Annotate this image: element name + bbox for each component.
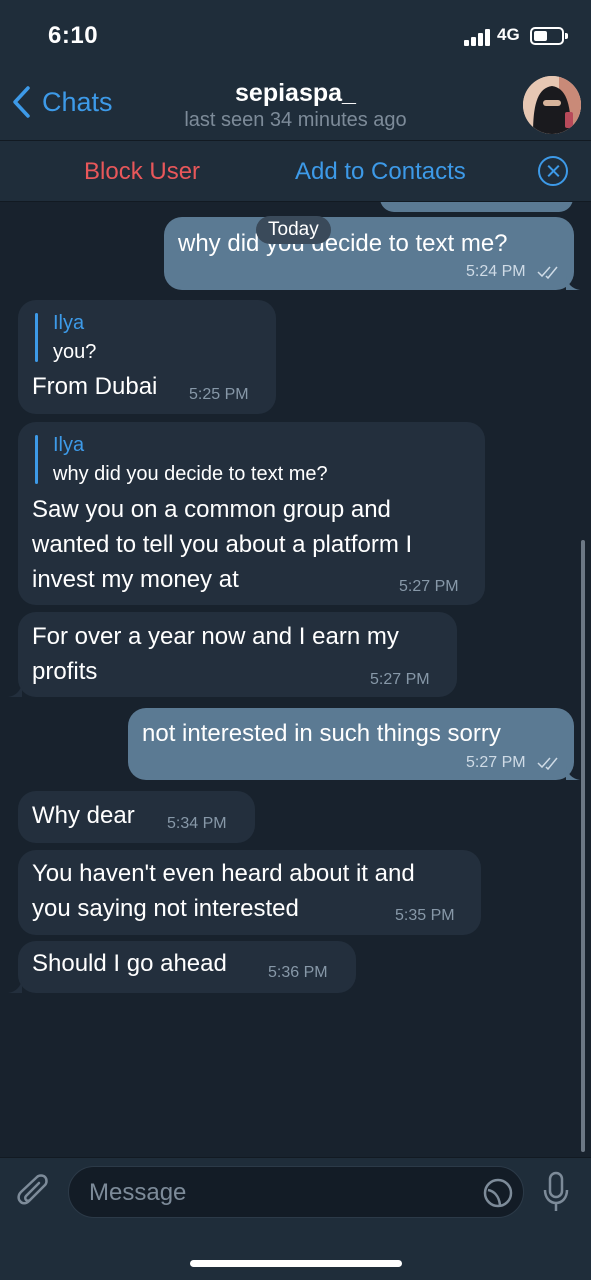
scrollbar[interactable] [581, 540, 585, 1152]
bubble-tail [566, 276, 580, 290]
message-text: profits [32, 658, 98, 685]
paperclip-icon[interactable] [16, 1172, 52, 1212]
bubble-tail [566, 766, 580, 780]
message-text: For over a year now and I earn my [32, 623, 399, 650]
last-seen-status: last seen 34 minutes ago [184, 109, 407, 131]
message-text: Saw you on a common group and [32, 496, 391, 523]
message-text: invest my money at [32, 566, 239, 593]
message-bubble-outgoing[interactable]: why did you decide to text me? 5:24 PM [164, 217, 574, 290]
message-text: wanted to tell you about a platform I [32, 531, 413, 558]
message-text: From Dubai [32, 373, 158, 400]
message-time: 5:27 PM [370, 671, 430, 688]
previous-message-bubble [380, 202, 573, 212]
message-bubble-incoming[interactable]: Why dear 5:34 PM [18, 791, 255, 843]
message-bubble-outgoing[interactable]: not interested in such things sorry 5:27… [128, 708, 574, 780]
message-text: why did you decide to text me? [178, 230, 508, 257]
chat-header: Chats sepiaspa_ last seen 34 minutes ago [0, 70, 591, 140]
message-bubble-incoming[interactable]: Ilya why did you decide to text me? Saw … [18, 422, 485, 605]
message-time: 5:27 PM [466, 754, 526, 771]
chat-title[interactable]: sepiaspa_ [0, 79, 591, 108]
message-text: not interested in such things sorry [142, 720, 501, 747]
message-time: 5:34 PM [167, 815, 227, 832]
message-text: Should I go ahead [32, 950, 227, 977]
message-composer: Message [0, 1157, 591, 1280]
message-text: you saying not interested [32, 895, 299, 922]
battery-icon [530, 27, 568, 45]
add-to-contacts-button[interactable]: Add to Contacts [295, 158, 466, 186]
reply-preview: why did you decide to text me? [53, 463, 328, 485]
status-time: 6:10 [48, 22, 99, 49]
reply-indicator [35, 435, 38, 484]
action-bar: Block User Add to Contacts [0, 140, 591, 202]
message-list[interactable]: why did you decide to text me? 5:24 PM T… [0, 202, 591, 1157]
message-bubble-incoming[interactable]: For over a year now and I earn my profit… [18, 612, 457, 697]
microphone-icon[interactable] [541, 1170, 571, 1214]
message-time: 5:25 PM [189, 386, 249, 403]
message-time: 5:36 PM [268, 964, 328, 981]
network-type: 4G [497, 25, 520, 44]
reply-indicator [35, 313, 38, 362]
bubble-tail [8, 683, 22, 697]
reply-preview: you? [53, 341, 97, 363]
message-time: 5:27 PM [399, 578, 459, 595]
date-separator: Today [256, 216, 331, 244]
avatar[interactable] [523, 76, 581, 134]
reply-author: Ilya [53, 312, 85, 334]
home-indicator [190, 1260, 402, 1267]
double-check-icon [537, 266, 558, 279]
message-placeholder: Message [89, 1179, 187, 1206]
message-text: Why dear [32, 802, 135, 829]
close-icon[interactable] [538, 156, 568, 186]
message-bubble-incoming[interactable]: Should I go ahead 5:36 PM [18, 941, 356, 993]
message-bubble-incoming[interactable]: You haven't even heard about it and you … [18, 850, 481, 935]
message-bubble-incoming[interactable]: Ilya you? From Dubai 5:25 PM [18, 300, 276, 414]
signal-icon [464, 28, 492, 46]
block-user-button[interactable]: Block User [84, 158, 200, 186]
message-text: You haven't even heard about it and [32, 860, 415, 887]
double-check-icon [537, 757, 558, 770]
message-time: 5:35 PM [395, 907, 455, 924]
sticker-icon[interactable] [482, 1177, 514, 1209]
message-time: 5:24 PM [466, 263, 526, 280]
reply-author: Ilya [53, 434, 85, 456]
status-bar: 6:10 4G [0, 0, 591, 70]
bubble-tail [8, 979, 22, 993]
message-input[interactable]: Message [68, 1166, 524, 1218]
